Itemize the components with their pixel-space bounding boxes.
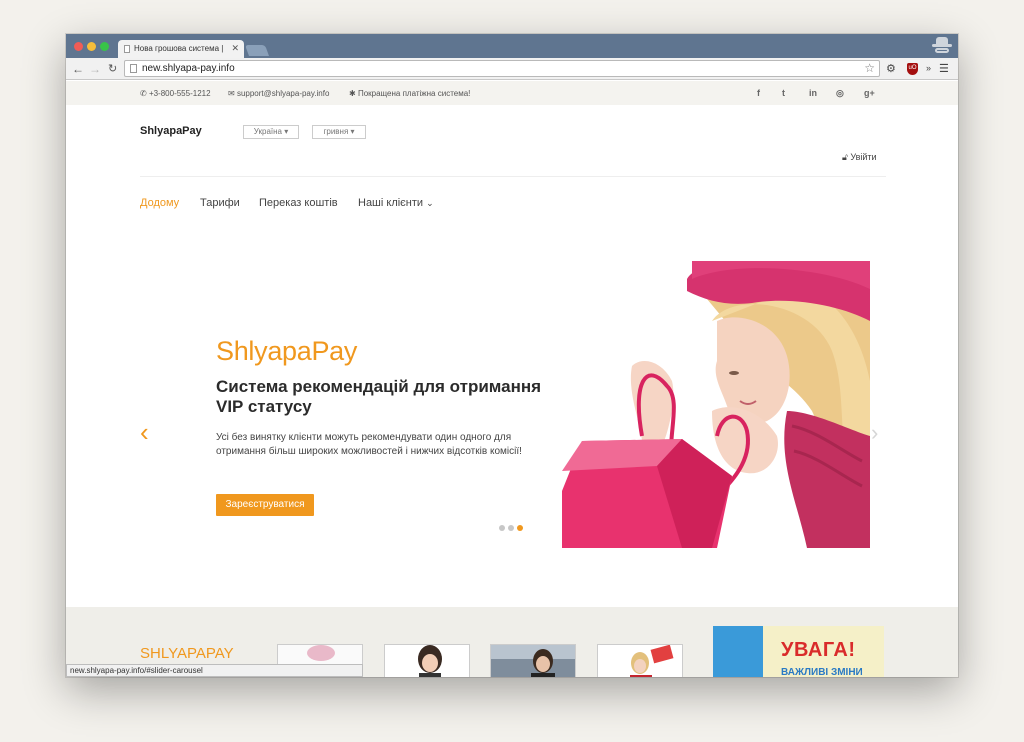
promo-text: Покращена платіжна система! (357, 89, 471, 98)
ublock-extension-icon[interactable]: uO (907, 63, 918, 75)
asterisk-icon: ✱ (349, 89, 356, 98)
hamburger-menu-icon[interactable]: ☰ (939, 62, 949, 75)
tab-title: Нова грошова система | (134, 44, 224, 53)
slide-description: Усі без винятку клієнти можуть рекоменду… (216, 432, 522, 457)
nav-clients-label: Наші клієнти (358, 197, 424, 209)
minimize-window-button[interactable] (87, 42, 96, 51)
site-logo[interactable]: ShlyapaPay (140, 125, 202, 137)
twitter-icon[interactable]: t (782, 88, 785, 98)
slide-title: Система рекомендацій для отримання VIP с… (216, 377, 542, 416)
clients-section-title: SHLYAPAPAY (140, 645, 234, 662)
slide-indicator-1[interactable] (499, 525, 505, 531)
dribbble-icon[interactable]: ◎ (836, 88, 844, 99)
tab-close-icon[interactable]: ✕ (231, 43, 239, 54)
login-label: Увійти (850, 152, 877, 162)
email-text: support@shlyapa-pay.info (236, 89, 330, 98)
slide-brand: ShlyapaPay (216, 336, 358, 366)
reload-icon[interactable]: ↻ (108, 61, 117, 77)
tab-strip: Нова грошова система | ✕ (66, 34, 958, 58)
chevron-down-icon: ⌄ (426, 198, 434, 208)
new-tab-button[interactable] (244, 45, 270, 56)
linkedin-icon[interactable]: in (809, 88, 817, 98)
slider-next-arrow-icon[interactable]: › (871, 422, 878, 444)
country-select[interactable]: Україна ▾ (243, 125, 299, 139)
forward-arrow-icon[interactable]: → (89, 61, 101, 77)
browser-toolbar: ← → ↻ new.shlyapa-pay.info ☆ ⚙ uO » ☰ (66, 58, 958, 80)
phone-icon: ✆ (140, 89, 147, 98)
nav-home[interactable]: Додому (140, 197, 179, 209)
google-plus-icon[interactable]: g+ (864, 88, 875, 98)
browser-window: Нова грошова система | ✕ ← → ↻ new.shlya… (66, 34, 958, 677)
web-page: ✆ +3-800-555-1212 ✉ support@shlyapa-pay.… (66, 81, 958, 677)
phone-contact[interactable]: ✆ +3-800-555-1212 (140, 89, 211, 98)
nav-clients[interactable]: Наші клієнти ⌄ (358, 197, 434, 209)
nav-transfer[interactable]: Переказ коштів (259, 197, 338, 209)
promo-note: ✱ Покращена платіжна система! (349, 89, 470, 98)
address-bar[interactable]: new.shlyapa-pay.info ☆ (124, 60, 880, 77)
header-divider (140, 176, 886, 177)
currency-select[interactable]: гривня ▾ (312, 125, 366, 139)
banner-subline: ВАЖЛИВІ ЗМІНИ (781, 667, 863, 677)
extensions-overflow-icon[interactable]: » (926, 63, 931, 73)
back-arrow-icon[interactable]: ← (72, 61, 84, 77)
close-window-button[interactable] (74, 42, 83, 51)
hero-image (562, 261, 870, 548)
client-thumbnail[interactable] (597, 644, 683, 677)
maximize-window-button[interactable] (100, 42, 109, 51)
contact-top-bar: ✆ +3-800-555-1212 ✉ support@shlyapa-pay.… (66, 81, 958, 105)
currency-select-value: гривня (323, 127, 349, 136)
gear-icon[interactable]: ⚙ (886, 62, 896, 75)
phone-text: +3-800-555-1212 (148, 89, 211, 98)
caret-down-icon: ▾ (350, 127, 355, 136)
country-select-value: Україна (253, 127, 282, 136)
login-link[interactable]: 🔓︎ Увійти (842, 152, 877, 163)
caret-down-icon: ▾ (284, 127, 289, 136)
incognito-profile-icon[interactable] (932, 37, 952, 55)
envelope-icon: ✉ (228, 89, 235, 98)
browser-tab-active[interactable]: Нова грошова система | ✕ (118, 40, 244, 58)
banner-headline: УВАГА! (781, 639, 856, 661)
slider-indicators (499, 518, 526, 536)
unlock-icon: 🔓︎ (842, 152, 848, 162)
page-favicon-icon (124, 45, 130, 53)
slider-prev-arrow-icon[interactable]: ‹ (140, 419, 149, 445)
client-thumbnail[interactable] (384, 644, 470, 677)
address-url: new.shlyapa-pay.info (142, 63, 235, 74)
nav-tariffs[interactable]: Тарифи (200, 197, 240, 209)
bookmark-star-icon[interactable]: ☆ (864, 61, 875, 75)
promo-banner[interactable]: УВАГА! ВАЖЛИВІ ЗМІНИ (713, 626, 884, 677)
status-bar: new.shlyapa-pay.info/#slider-carousel (66, 664, 363, 677)
slide-indicator-2[interactable] (508, 525, 514, 531)
email-contact[interactable]: ✉ support@shlyapa-pay.info (228, 89, 329, 98)
client-thumbnail[interactable] (490, 644, 576, 677)
page-icon (130, 64, 137, 73)
slide-indicator-3[interactable] (517, 525, 523, 531)
register-button[interactable]: Зареєструватися (216, 494, 314, 516)
facebook-icon[interactable]: f (757, 88, 760, 98)
